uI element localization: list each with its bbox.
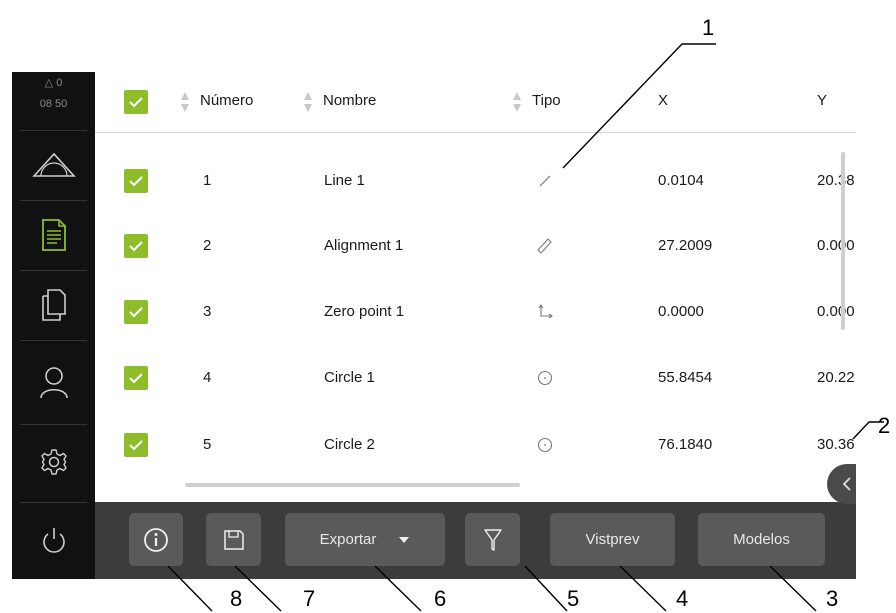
callout-leaders [167,43,884,612]
callout-label: 6 [434,586,447,611]
callout-label: 7 [303,586,316,611]
callout-label: 2 [878,413,891,438]
callout-label: 3 [826,586,839,611]
callout-label: 5 [567,586,580,611]
callout-label: 4 [676,586,689,611]
callout-label: 1 [702,15,715,40]
callout-label: 8 [230,586,243,611]
